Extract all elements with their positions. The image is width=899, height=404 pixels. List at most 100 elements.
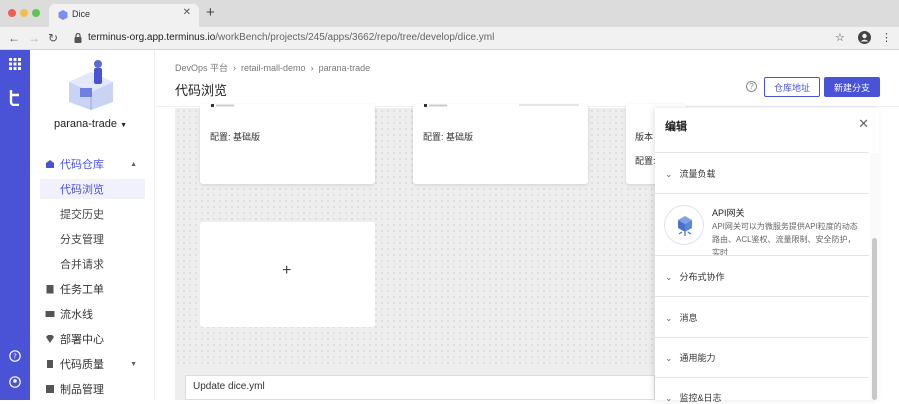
address-bar[interactable]: terminus-org.app.terminus.io/workBench/p…	[88, 32, 494, 43]
url-host: terminus-org.app.terminus.io	[88, 32, 216, 43]
new-tab-button[interactable]: +	[206, 5, 215, 21]
commit-bar: Update dice.yml	[175, 366, 655, 400]
close-icon[interactable]: ✕	[858, 116, 869, 132]
project-switcher[interactable]: parana-trade ▼	[54, 118, 127, 130]
pipeline-icon	[45, 311, 55, 317]
sidebar-item-label: 制品管理	[60, 384, 104, 396]
card-config: 配置: 基础版	[210, 132, 261, 142]
divider	[655, 152, 869, 153]
breadcrumb-item[interactable]: parana-trade	[319, 63, 371, 73]
tab-close-icon[interactable]: ✕	[183, 7, 191, 18]
help-icon[interactable]: ?	[746, 81, 757, 92]
sidebar-item-issues[interactable]: 任务工单	[40, 279, 145, 299]
chevron-right-icon: ›	[308, 63, 317, 73]
terminus-logo-icon[interactable]	[8, 90, 22, 106]
help-circle-icon[interactable]: ?	[9, 350, 21, 362]
group-label: 通用能力	[679, 353, 716, 363]
scrollbar-thumb[interactable]	[872, 238, 877, 400]
add-service-card[interactable]: +	[200, 222, 375, 327]
repo-icon	[46, 160, 54, 168]
app-rail: ?	[0, 50, 30, 400]
diamond-icon	[46, 335, 54, 343]
group-common[interactable]: ⌄ 通用能力	[665, 351, 716, 364]
dice-favicon-icon	[58, 10, 68, 20]
card-version: 版本	[635, 132, 654, 142]
commit-message-input[interactable]: Update dice.yml	[185, 375, 655, 400]
chevron-down-icon: ⌄	[665, 353, 673, 363]
minimize-window-button[interactable]	[20, 9, 28, 17]
divider	[655, 377, 869, 378]
page-title: 代码浏览	[175, 83, 228, 98]
sidebar-item-deploy-center[interactable]: 部署中心	[40, 329, 145, 349]
lock-icon	[74, 33, 82, 43]
card-status-bars	[424, 104, 579, 107]
card-config: 配置:	[635, 156, 656, 166]
plus-icon: +	[282, 262, 292, 279]
project-name: parana-trade	[54, 118, 117, 130]
sidebar-subitem-label: 提交历史	[60, 209, 104, 221]
sidebar-item-artifacts[interactable]: 制品管理	[40, 379, 145, 399]
sidebar-item-merge-requests[interactable]: 合并请求	[40, 254, 145, 274]
sidebar-subitem-label: 合并请求	[60, 259, 104, 271]
svg-text:?: ?	[13, 353, 17, 361]
profile-avatar-icon[interactable]	[858, 31, 871, 44]
caret-down-icon: ▼	[120, 122, 127, 129]
chevron-down-icon: ⌄	[665, 169, 673, 179]
new-branch-button[interactable]: 新建分支	[824, 77, 880, 97]
project-illustration-icon	[69, 60, 113, 110]
chevron-down-icon: ⌄	[665, 313, 673, 323]
url-path: /workBench/projects/245/apps/3662/repo/t…	[215, 32, 495, 43]
back-icon[interactable]: ←	[8, 30, 20, 46]
panel-title: 编辑	[665, 121, 687, 133]
tab-title: Dice	[72, 9, 91, 19]
breadcrumb: DevOps 平台 › retail-mall-demo › parana-tr…	[175, 61, 370, 74]
browser-tab[interactable]: Dice ✕	[49, 4, 199, 27]
sidebar-item-commit-history[interactable]: 提交历史	[40, 204, 145, 224]
reload-icon[interactable]: ↻	[48, 30, 58, 46]
group-label: 消息	[679, 313, 698, 323]
address-row: ← → ↻ terminus-org.app.terminus.io/workB…	[0, 27, 899, 50]
close-window-button[interactable]	[8, 9, 16, 17]
divider	[655, 296, 869, 297]
sidebar-item-label: 代码质量	[60, 359, 104, 371]
sidebar-item-code-repo[interactable]: 代码仓库 ▲	[40, 154, 145, 174]
artifact-icon	[46, 385, 54, 393]
service-canvas: 配置: 基础版 配置: 基础版 版本 配置: +	[175, 104, 686, 366]
group-label: 监控&日志	[679, 393, 722, 403]
repo-address-button[interactable]: 仓库地址	[764, 77, 820, 97]
api-gateway-item[interactable]	[664, 205, 704, 245]
apps-grid-icon[interactable]	[9, 58, 21, 70]
bookmark-star-icon[interactable]: ☆	[835, 31, 845, 45]
divider	[655, 255, 869, 256]
api-gateway-title[interactable]: API网关	[712, 206, 745, 219]
forward-icon[interactable]: →	[28, 30, 40, 46]
group-monitoring[interactable]: ⌄ 监控&日志	[665, 391, 722, 404]
group-messaging[interactable]: ⌄ 消息	[665, 311, 698, 324]
caret-up-icon: ▲	[130, 160, 137, 168]
api-gateway-description: API网关可以为微服务提供API粒度的动态路由、ACL鉴权、流量限制、安全防护，…	[712, 222, 858, 257]
maximize-window-button[interactable]	[32, 9, 40, 17]
sidebar-item-label: 代码仓库	[60, 159, 104, 171]
service-card[interactable]: 配置: 基础版	[200, 104, 375, 184]
breadcrumb-item[interactable]: retail-mall-demo	[241, 63, 306, 73]
sidebar-subitem-label: 分支管理	[60, 234, 104, 246]
card-config: 配置: 基础版	[423, 132, 474, 142]
sidebar-item-label: 流水线	[60, 309, 93, 321]
sidebar-item-branch-management[interactable]: 分支管理	[40, 229, 145, 249]
group-traffic-load[interactable]: ⌄ 流量负载	[665, 167, 716, 180]
quality-icon	[47, 360, 53, 368]
sidebar-subitem-label: 代码浏览	[60, 184, 104, 196]
sidebar-item-pipeline[interactable]: 流水线	[40, 304, 145, 324]
caret-down-icon: ▼	[130, 360, 137, 368]
sidebar-item-code-browse[interactable]: 代码浏览	[40, 179, 145, 199]
edit-panel: 编辑 ✕ ⌄ 流量负载 API网关 API网关可以为微服务提供API粒度的动态路由…	[655, 108, 879, 403]
service-card[interactable]: 配置: 基础版	[413, 104, 588, 184]
breadcrumb-item[interactable]: DevOps 平台	[175, 63, 228, 73]
sidebar-item-code-quality[interactable]: 代码质量 ▼	[40, 354, 145, 374]
user-settings-icon[interactable]	[9, 376, 21, 388]
sidebar: parana-trade ▼ 代码仓库 ▲ 代码浏览 提交历史 分支管理 合并请…	[30, 50, 155, 400]
divider	[655, 337, 869, 338]
browser-menu-icon[interactable]: ⋮	[881, 31, 892, 45]
group-distributed[interactable]: ⌄ 分布式协作	[665, 270, 725, 283]
chevron-down-icon: ⌄	[665, 272, 673, 282]
